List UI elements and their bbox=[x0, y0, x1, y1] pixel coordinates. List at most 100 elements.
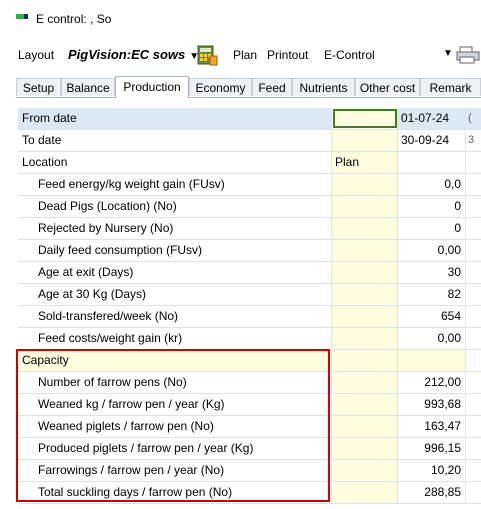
table-row: To date 30-09-24 3 bbox=[18, 130, 481, 152]
value-cell[interactable]: 0,00 bbox=[398, 240, 466, 261]
app-logo-icon bbox=[16, 14, 28, 19]
row-label: From date bbox=[18, 108, 332, 129]
row-label: Sold-transfered/week (No) bbox=[18, 306, 332, 327]
title-bar: E control: , So bbox=[0, 0, 481, 38]
plan-button[interactable]: Plan bbox=[233, 48, 257, 62]
printout-button[interactable]: Printout bbox=[267, 48, 308, 62]
plan-cell[interactable] bbox=[332, 328, 398, 349]
tab-label: Nutrients bbox=[299, 81, 348, 95]
row-label: Rejected by Nursery (No) bbox=[18, 218, 332, 239]
table-row: Produced piglets / farrow pen / year (Kg… bbox=[18, 438, 481, 460]
table-row: Dead Pigs (Location) (No) 0 bbox=[18, 196, 481, 218]
plan-cell[interactable] bbox=[332, 196, 398, 217]
layout-select[interactable]: PigVision:EC sows ▼ bbox=[68, 47, 199, 62]
tab-remark[interactable]: Remark bbox=[420, 78, 481, 96]
tab-production[interactable]: Production bbox=[115, 76, 189, 98]
row-label: Daily feed consumption (FUsv) bbox=[18, 240, 332, 261]
plan-cell[interactable] bbox=[332, 130, 398, 151]
row-label: Age at exit (Days) bbox=[18, 262, 332, 283]
tab-label: Setup bbox=[22, 81, 55, 95]
value-cell bbox=[398, 350, 466, 371]
value-cell[interactable]: 163,47 bbox=[398, 416, 466, 437]
tab-label: Production bbox=[123, 80, 181, 94]
tab-balance[interactable]: Balance bbox=[61, 78, 115, 96]
tab-label: Feed bbox=[258, 81, 286, 95]
tab-label: Economy bbox=[195, 81, 246, 95]
value-cell[interactable]: 01-07-24 bbox=[398, 108, 466, 129]
table-row: Number of farrow pens (No) 212,00 bbox=[18, 372, 481, 394]
section-row-capacity: Capacity bbox=[18, 350, 481, 372]
toolbar: Layout PigVision:EC sows ▼ Plan Printout … bbox=[0, 40, 481, 70]
value-cell[interactable]: 288,85 bbox=[398, 482, 466, 503]
value-cell[interactable]: 993,68 bbox=[398, 394, 466, 415]
value-cell[interactable] bbox=[398, 152, 466, 173]
table-row: From date 01-07-24 ( bbox=[18, 108, 481, 130]
plan-cell[interactable] bbox=[332, 306, 398, 327]
plan-cell[interactable] bbox=[332, 240, 398, 261]
row-label: Farrowings / farrow pen / year (No) bbox=[18, 460, 332, 481]
value-cell[interactable]: 0 bbox=[398, 218, 466, 239]
table-row: Rejected by Nursery (No) 0 bbox=[18, 218, 481, 240]
table-row: Daily feed consumption (FUsv) 0,00 bbox=[18, 240, 481, 262]
table-row: Total suckling days / farrow pen (No) 28… bbox=[18, 482, 481, 504]
plan-cell[interactable] bbox=[332, 372, 398, 393]
plan-cell[interactable] bbox=[332, 438, 398, 459]
row-label: Location bbox=[18, 152, 332, 173]
plan-cell[interactable] bbox=[332, 262, 398, 283]
section-label: Capacity bbox=[18, 350, 332, 371]
value-cell[interactable]: 212,00 bbox=[398, 372, 466, 393]
value-cell[interactable]: 0,0 bbox=[398, 174, 466, 195]
row-label: Weaned piglets / farrow pen (No) bbox=[18, 416, 332, 437]
row-label: Dead Pigs (Location) (No) bbox=[18, 196, 332, 217]
table-row: Sold-transfered/week (No) 654 bbox=[18, 306, 481, 328]
plan-cell[interactable] bbox=[332, 416, 398, 437]
value-cell[interactable]: 0 bbox=[398, 196, 466, 217]
tab-nutrients[interactable]: Nutrients bbox=[292, 78, 355, 96]
plan-cell[interactable] bbox=[332, 460, 398, 481]
econtrol-select[interactable]: E-Control bbox=[324, 48, 375, 62]
value-cell[interactable]: 654 bbox=[398, 306, 466, 327]
row-label: Feed energy/kg weight gain (FUsv) bbox=[18, 174, 332, 195]
printer-icon[interactable] bbox=[456, 46, 481, 64]
tab-feed[interactable]: Feed bbox=[252, 78, 292, 96]
layout-label: Layout bbox=[18, 48, 55, 62]
plan-cell bbox=[332, 350, 398, 371]
row-label: Weaned kg / farrow pen / year (Kg) bbox=[18, 394, 332, 415]
table-row: Weaned piglets / farrow pen (No) 163,47 bbox=[18, 416, 481, 438]
table-row: Farrowings / farrow pen / year (No) 10,2… bbox=[18, 460, 481, 482]
extra-cell: 3 bbox=[468, 134, 475, 146]
plan-cell[interactable] bbox=[332, 482, 398, 503]
row-label: Number of farrow pens (No) bbox=[18, 372, 332, 393]
tab-label: Remark bbox=[429, 81, 472, 95]
row-label: Total suckling days / farrow pen (No) bbox=[18, 482, 332, 503]
row-label: Produced piglets / farrow pen / year (Kg… bbox=[18, 438, 332, 459]
value-cell[interactable]: 0,00 bbox=[398, 328, 466, 349]
value-cell[interactable]: 82 bbox=[398, 284, 466, 305]
plan-cell[interactable] bbox=[332, 218, 398, 239]
plan-cell[interactable] bbox=[332, 174, 398, 195]
tab-bar: Setup Balance Production Economy Feed Nu… bbox=[16, 76, 481, 98]
extra-cell: ( bbox=[468, 112, 472, 124]
layout-select-value: PigVision:EC sows bbox=[68, 47, 186, 62]
table-row: Feed energy/kg weight gain (FUsv) 0,0 bbox=[18, 174, 481, 196]
row-label: Feed costs/weight gain (kr) bbox=[18, 328, 332, 349]
table-row: Location Plan bbox=[18, 152, 481, 174]
tab-economy[interactable]: Economy bbox=[189, 78, 252, 96]
value-cell[interactable]: 30 bbox=[398, 262, 466, 283]
from-date-plan-input[interactable] bbox=[333, 109, 397, 128]
tab-other-cost[interactable]: Other cost bbox=[355, 78, 420, 96]
chevron-down-icon[interactable]: ▼ bbox=[443, 48, 453, 59]
tab-setup[interactable]: Setup bbox=[16, 78, 61, 96]
row-label: Age at 30 Kg (Days) bbox=[18, 284, 332, 305]
value-cell[interactable]: 10,20 bbox=[398, 460, 466, 481]
value-cell[interactable]: 30-09-24 bbox=[398, 130, 466, 151]
value-cell[interactable]: 996,15 bbox=[398, 438, 466, 459]
tab-label: Other cost bbox=[359, 81, 416, 95]
row-label: To date bbox=[18, 130, 332, 151]
plan-cell[interactable] bbox=[332, 284, 398, 305]
calculator-icon[interactable] bbox=[196, 44, 218, 66]
plan-cell[interactable]: Plan bbox=[332, 152, 398, 173]
table-row: Age at 30 Kg (Days) 82 bbox=[18, 284, 481, 306]
table-row: Feed costs/weight gain (kr) 0,00 bbox=[18, 328, 481, 350]
plan-cell[interactable] bbox=[332, 394, 398, 415]
